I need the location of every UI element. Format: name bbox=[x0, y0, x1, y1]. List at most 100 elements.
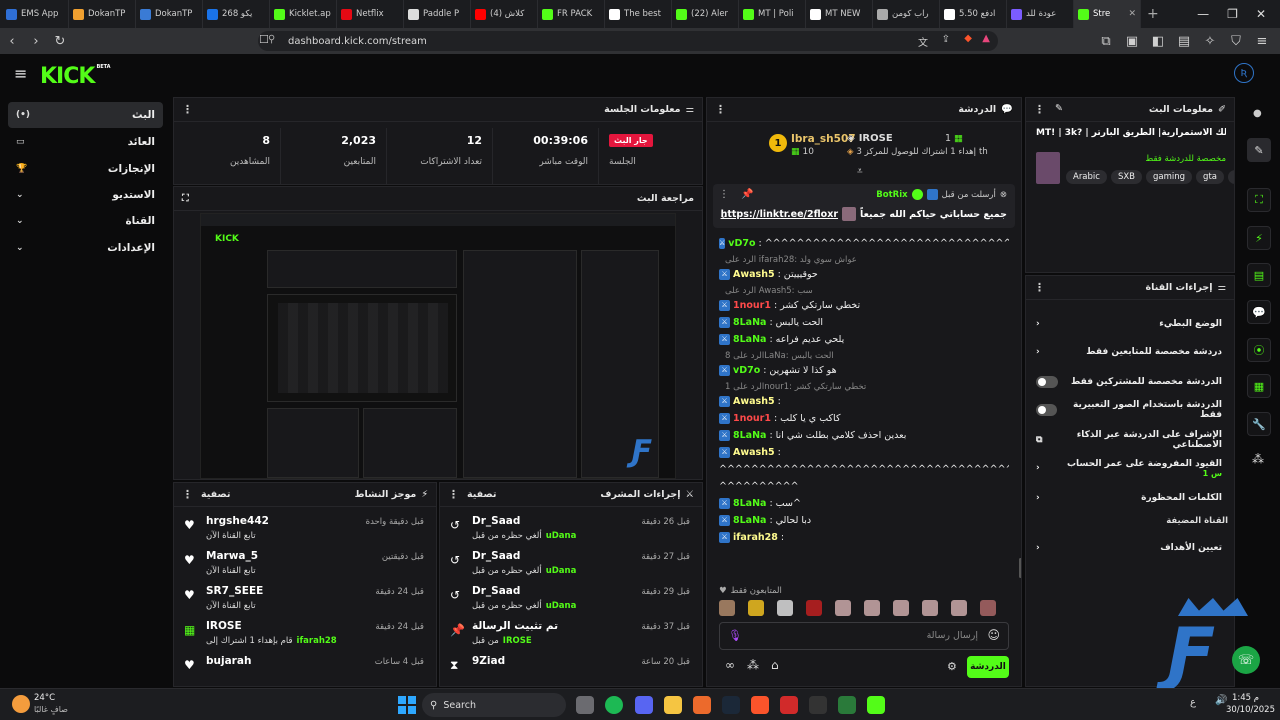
rail-layout-button[interactable]: ▦ bbox=[1247, 374, 1271, 398]
browser-tab[interactable]: كلاش (4) bbox=[471, 0, 538, 28]
quick-emote[interactable] bbox=[864, 600, 880, 616]
emoji-icon[interactable]: ☺ bbox=[987, 628, 1000, 642]
wallet-icon[interactable]: ▤ bbox=[1172, 34, 1196, 49]
mic-icon[interactable]: 🎙 bbox=[728, 629, 742, 642]
chat-message[interactable]: ⚔ 8LaNa: الحت يالبس bbox=[719, 317, 1009, 328]
activity-item[interactable]: ♥ hrgshe442 تابع القناة الآن قبل دقيقة واحد… bbox=[180, 513, 428, 547]
rail-activity-button[interactable]: ⚡ bbox=[1247, 226, 1271, 250]
chat-message[interactable]: ⚔ 8LaNa: دبا لحالي bbox=[719, 515, 1009, 526]
share-nodes-icon[interactable]: ⁂ bbox=[747, 658, 759, 672]
obs-icon[interactable] bbox=[809, 696, 827, 714]
forward-icon[interactable]: › bbox=[24, 34, 48, 49]
toggle-switch[interactable] bbox=[1036, 404, 1057, 416]
rail-broadcast-button[interactable]: ⦿ bbox=[1247, 338, 1271, 362]
stream-preview-video[interactable]: KICK Ƒ bbox=[200, 213, 676, 479]
extensions-icon[interactable]: ⧉ bbox=[1094, 34, 1118, 49]
chat-input[interactable]: 🎙 إرسال رسالة ☺ bbox=[719, 622, 1009, 650]
language-indicator[interactable]: ع bbox=[1190, 697, 1196, 708]
info-icon[interactable]: ● bbox=[1253, 108, 1262, 119]
quick-emote[interactable] bbox=[748, 600, 764, 616]
bookmark-icon[interactable]: ☐ bbox=[259, 33, 269, 46]
quick-emote[interactable] bbox=[719, 600, 735, 616]
mod-action-item[interactable]: ↺ Dr_Saad ألغي حظره من قبل uDana قبل 27 دقيق… bbox=[446, 548, 694, 582]
chat-message[interactable]: ⚔ Awash5: bbox=[719, 447, 1009, 458]
panel-menu-icon[interactable]: ⋮ bbox=[448, 488, 459, 501]
browser-tab[interactable]: عودة للد bbox=[1007, 0, 1074, 28]
activity-filter-button[interactable]: تصفية bbox=[201, 489, 230, 500]
chat-message[interactable]: ⚔ vD7o: هو كذا لا تشهرين bbox=[719, 365, 1009, 376]
address-bar[interactable]: ⚲ dashboard.kick.com/stream 文 ⇪ ◆ ▲ bbox=[258, 31, 998, 51]
rail-more-icon[interactable]: ⁂ bbox=[1252, 452, 1264, 466]
vpn-icon[interactable]: ⛉ bbox=[1224, 34, 1248, 49]
quick-emote[interactable] bbox=[980, 600, 996, 616]
stream-tag[interactable]: gta bbox=[1196, 170, 1224, 184]
app-icon-b[interactable] bbox=[780, 696, 798, 714]
stream-tag[interactable]: SXB bbox=[1110, 170, 1143, 184]
browser-tab[interactable]: راب كومن bbox=[873, 0, 940, 28]
activity-item[interactable]: ♥ Marwa_5 تابع القناة الآن قبل دقيقتين bbox=[180, 548, 428, 582]
nav-item[interactable]: ⌄ القناة bbox=[8, 208, 163, 234]
panel-menu-icon[interactable]: ⋮ bbox=[182, 488, 193, 501]
mod-action-item[interactable]: ↺ Dr_Saad ألغي حظره من قبل uDana قبل 29 دقيق… bbox=[446, 583, 694, 617]
top-gifter-2[interactable]: ◈ IROSE bbox=[847, 133, 893, 144]
new-tab-button[interactable]: + bbox=[1141, 6, 1165, 22]
app-icon-a[interactable] bbox=[693, 696, 711, 714]
browser-tab[interactable]: Stre ✕ bbox=[1074, 0, 1141, 28]
chat-message[interactable]: ⚔ 8LaNa: بعدين احذف كلامي بطلت شي انا bbox=[719, 430, 1009, 441]
channel-setting-row[interactable]: الدردشة مخصصة للمشتركين فقط bbox=[1032, 370, 1226, 394]
mod-filter-button[interactable]: تصفية bbox=[467, 489, 496, 500]
store-icon[interactable]: ⌂ bbox=[771, 658, 779, 672]
channel-setting-row[interactable]: › الوضع البطيء bbox=[1032, 312, 1226, 336]
mod-action-item[interactable]: 📌 تم تثبيت الرسالة من قبل IROSE قبل 37 دقيقة bbox=[446, 618, 694, 652]
browser-tab[interactable]: يكو 268 bbox=[203, 0, 270, 28]
xbox-icon[interactable] bbox=[838, 696, 856, 714]
nav-item[interactable]: ⌄ الإعدادات bbox=[8, 235, 163, 261]
share-icon[interactable]: ⇪ bbox=[942, 34, 950, 45]
kick-app-icon[interactable] bbox=[867, 696, 885, 714]
rail-tools-button[interactable]: 🔧 bbox=[1247, 412, 1271, 436]
close-tab-icon[interactable]: ✕ bbox=[1128, 9, 1136, 19]
browser-tab[interactable]: FR PACK bbox=[538, 0, 605, 28]
channel-setting-row[interactable]: › الكلمات المحظورة bbox=[1032, 486, 1226, 510]
quick-emote[interactable] bbox=[835, 600, 851, 616]
chat-username[interactable]: 1nour1 bbox=[733, 413, 771, 424]
rail-chat-button[interactable]: 💬 bbox=[1247, 300, 1271, 324]
chat-settings-icon[interactable]: ⚙ bbox=[947, 660, 957, 673]
chat-username[interactable]: Awash5 bbox=[733, 396, 775, 407]
browser-tab[interactable]: DokanTP bbox=[136, 0, 203, 28]
chat-username[interactable]: vD7o bbox=[733, 365, 760, 376]
clock-time[interactable]: 1:45 م bbox=[1232, 693, 1259, 703]
discord-icon[interactable] bbox=[635, 696, 653, 714]
chat-username[interactable]: ifarah28 bbox=[733, 532, 778, 543]
leo-ai-icon[interactable]: ✧ bbox=[1198, 34, 1222, 49]
activity-item[interactable]: ♥ bujarah قبل 4 ساعات bbox=[180, 653, 428, 686]
stream-tag[interactable]: gaming bbox=[1146, 170, 1193, 184]
browser-tab[interactable]: Kicklet.ap bbox=[270, 0, 337, 28]
channel-setting-row[interactable]: › دردشة مخصصة للمتابعين فقط bbox=[1032, 340, 1226, 364]
chat-username[interactable]: 1nour1 bbox=[733, 300, 771, 311]
kick-logo[interactable]: KICK BETA bbox=[40, 64, 111, 89]
chat-send-button[interactable]: الدردشة bbox=[967, 656, 1009, 678]
browser-tab[interactable]: Paddle P bbox=[404, 0, 471, 28]
chat-username[interactable]: 8LaNa bbox=[733, 334, 766, 345]
maximize-button[interactable]: ❐ bbox=[1227, 7, 1238, 21]
chat-message[interactable]: ^^^^^^^^^^ bbox=[719, 481, 1009, 492]
windows-start-icon[interactable] bbox=[398, 696, 416, 714]
brave-shields-icon[interactable]: ◆ bbox=[964, 33, 972, 44]
pinned-user[interactable]: BotRix bbox=[876, 190, 907, 200]
chat-username[interactable]: 8LaNa bbox=[733, 515, 766, 526]
activity-item[interactable]: ♥ SR7_SEEE تابع القناة الآن قبل 24 دقيقة bbox=[180, 583, 428, 617]
browser-tab[interactable]: Netflix bbox=[337, 0, 404, 28]
menu-icon[interactable]: ≡ bbox=[1250, 34, 1274, 49]
chat-message[interactable]: ⚔ Awash5: bbox=[719, 396, 1009, 407]
category-thumbnail[interactable] bbox=[1036, 152, 1060, 184]
chat-message[interactable]: ⚔ 8LaNa: سب^ bbox=[719, 498, 1009, 509]
chat-message[interactable]: ⚔ 8LaNa: يلحي عديم فراعه bbox=[719, 334, 1009, 345]
hamburger-menu-icon[interactable]: ≡ bbox=[14, 64, 27, 83]
channel-setting-row[interactable]: ⧉ الإشراف على الدردشة عبر الذكاء الاصطناع… bbox=[1032, 428, 1226, 452]
quick-emote[interactable] bbox=[777, 600, 793, 616]
taskbar-search[interactable]: ⚲ Search bbox=[422, 693, 566, 717]
user-avatar[interactable]: Ʀ bbox=[1234, 63, 1254, 83]
chat-message[interactable]: ⚔vD7o:^^^^^^^^^^^^^^^^^^^^^^^^^^^^^^^^^^… bbox=[719, 238, 1009, 249]
minimize-button[interactable]: — bbox=[1197, 7, 1209, 21]
